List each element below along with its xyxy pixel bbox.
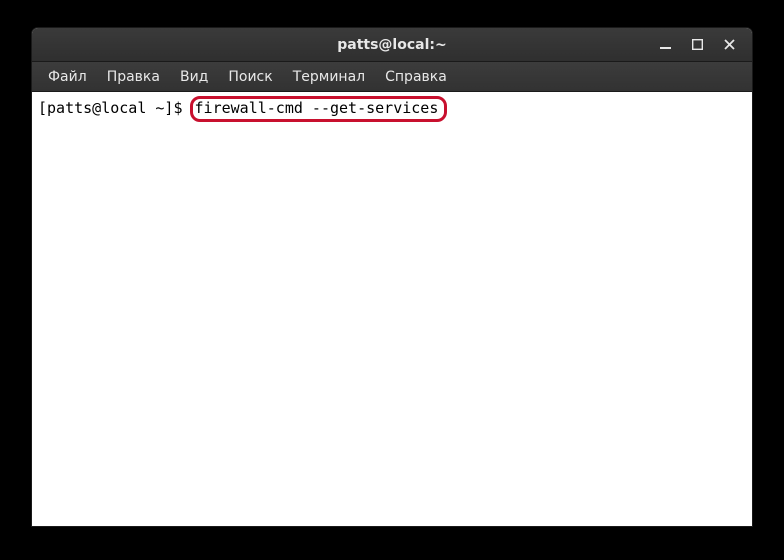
minimize-button[interactable] — [656, 36, 674, 54]
terminal-body[interactable]: [patts@local ~]$ firewall-cmd --get-serv… — [32, 92, 752, 526]
menu-search[interactable]: Поиск — [218, 65, 282, 89]
menu-help[interactable]: Справка — [375, 65, 457, 89]
close-icon — [724, 39, 735, 50]
maximize-icon — [692, 39, 703, 50]
menu-view[interactable]: Вид — [170, 65, 218, 89]
menu-file[interactable]: Файл — [38, 65, 97, 89]
menu-edit[interactable]: Правка — [97, 65, 170, 89]
close-button[interactable] — [720, 36, 738, 54]
terminal-line: [patts@local ~]$ firewall-cmd --get-serv… — [38, 99, 447, 117]
command-text: firewall-cmd --get-services — [195, 99, 439, 117]
window-controls — [656, 28, 746, 61]
window-title: patts@local:~ — [337, 37, 446, 53]
maximize-button[interactable] — [688, 36, 706, 54]
menu-terminal[interactable]: Терминал — [283, 65, 375, 89]
terminal-window: patts@local:~ Файл Правка Вид Поиск Терм… — [32, 28, 752, 526]
outer-frame: patts@local:~ Файл Правка Вид Поиск Терм… — [0, 0, 784, 560]
titlebar: patts@local:~ — [32, 28, 752, 62]
menubar: Файл Правка Вид Поиск Терминал Справка — [32, 62, 752, 92]
minimize-icon — [660, 39, 671, 50]
prompt: [patts@local ~]$ — [38, 99, 192, 117]
command-highlight: firewall-cmd --get-services — [190, 96, 448, 122]
